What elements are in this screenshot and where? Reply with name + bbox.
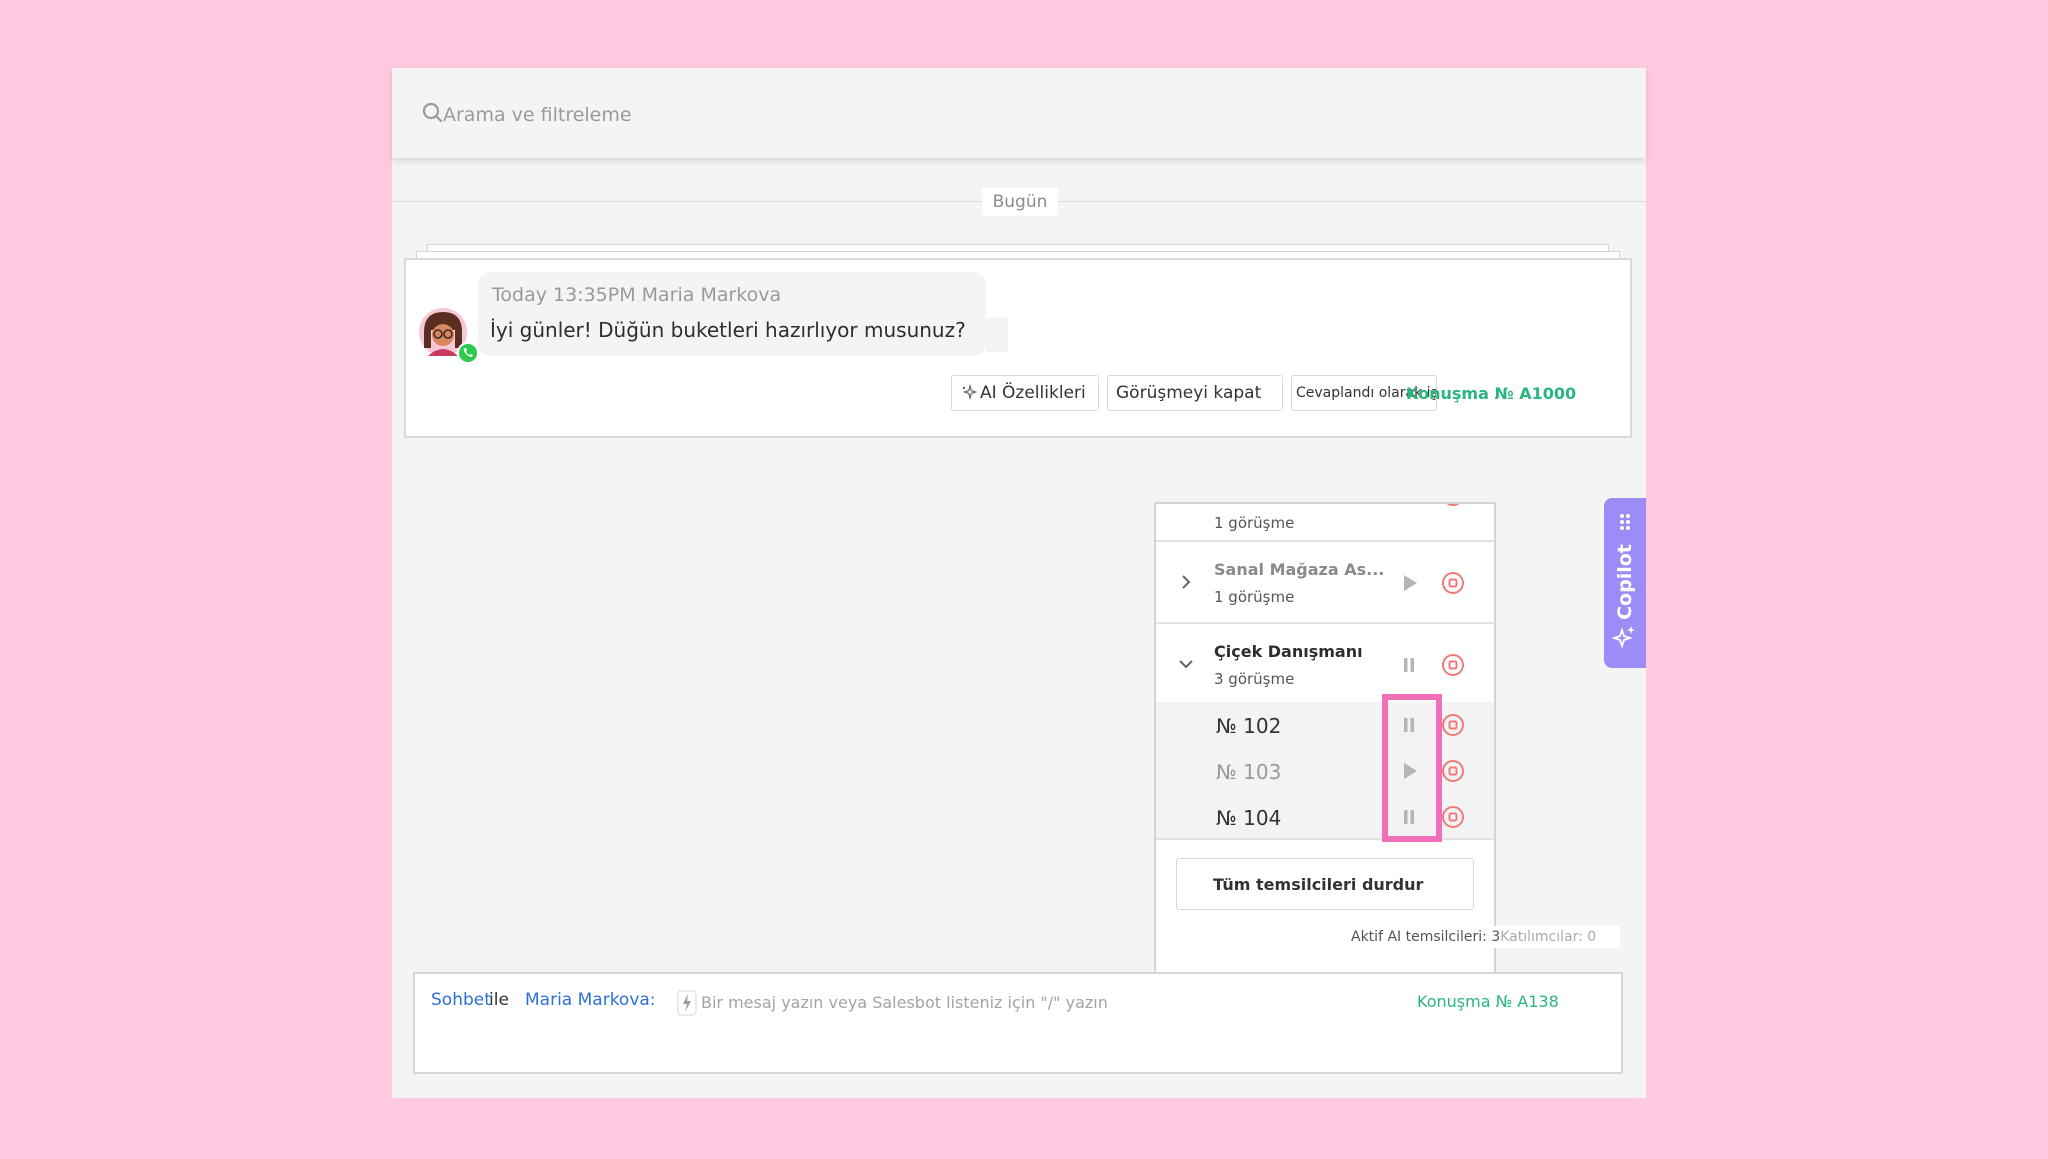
- agent-group-name: Çiçek Danışmanı: [1214, 642, 1363, 661]
- stop-all-agents-label: Tüm temsilcileri durdur: [1213, 874, 1424, 894]
- conversation-id-link[interactable]: Konuşma № A1000: [1406, 384, 1576, 403]
- sparkle-icon: [1612, 626, 1635, 649]
- agent-group-name: Sanal Mağaza As...: [1214, 560, 1385, 579]
- stop-all-agents-button[interactable]: Tüm temsilcileri durdur: [1176, 858, 1474, 910]
- search-bar: [392, 68, 1646, 158]
- participants-count: Katılımcılar: 0: [1500, 929, 1597, 945]
- highlight-overlay: [1382, 694, 1442, 842]
- stop-icon[interactable]: [1440, 758, 1466, 784]
- ai-agents-panel: 1 görüşme Sanal Mağaza As... 1 görüşme Ç…: [1154, 502, 1496, 992]
- bolt-icon[interactable]: [677, 990, 697, 1016]
- pause-icon[interactable]: [1396, 502, 1422, 508]
- agent-group-row[interactable]: Çiçek Danışmanı 3 görüşme: [1156, 624, 1494, 704]
- agent-conversation-list: № 102 № 103 № 104: [1156, 702, 1494, 840]
- stop-icon[interactable]: [1440, 712, 1466, 738]
- date-separator-label: Bugün: [982, 188, 1058, 216]
- stop-icon[interactable]: [1440, 804, 1466, 830]
- recipient-link[interactable]: Maria Markova:: [525, 990, 656, 1010]
- agent-conversation-label[interactable]: № 103: [1216, 760, 1281, 784]
- message-bubble-tail: [986, 318, 1008, 352]
- agent-group-row[interactable]: Sanal Mağaza As... 1 görüşme: [1156, 542, 1494, 624]
- agent-group-count: 1 görüşme: [1214, 588, 1295, 606]
- sparkle-icon: [962, 384, 977, 401]
- ai-features-label: AI Özellikleri: [980, 383, 1086, 403]
- agents-status-bar: Aktif AI temsilcileri: 3Katılımcılar: 0: [1350, 926, 1620, 948]
- play-icon[interactable]: [1396, 570, 1422, 596]
- message-text: İyi günler! Düğün buketleri hazırlıyor m…: [490, 318, 966, 342]
- message-input[interactable]: [701, 988, 1161, 1016]
- chevron-down-icon[interactable]: [1176, 654, 1196, 674]
- whatsapp-icon: [457, 342, 479, 364]
- agent-group-count: 3 görüşme: [1214, 670, 1295, 688]
- stop-icon[interactable]: [1440, 570, 1466, 596]
- message-composer: Sohbet ile Maria Markova: Konuşma № A138: [413, 972, 1623, 1074]
- message-meta: Today 13:35PM Maria Markova: [492, 284, 782, 306]
- agent-conversation-label[interactable]: № 102: [1216, 714, 1281, 738]
- search-input[interactable]: [443, 98, 683, 132]
- drag-handle-icon[interactable]: [1617, 512, 1633, 532]
- agent-group-count: 1 görüşme: [1214, 514, 1295, 532]
- copilot-tab[interactable]: Copilot: [1604, 498, 1646, 668]
- message-card: Today 13:35PM Maria Markova İyi günler! …: [404, 258, 1632, 438]
- stop-icon[interactable]: [1440, 652, 1466, 678]
- agent-conversation-label[interactable]: № 104: [1216, 806, 1281, 830]
- search-icon: [422, 102, 443, 123]
- pause-icon[interactable]: [1396, 652, 1422, 678]
- chat-type-link[interactable]: Sohbet: [431, 990, 491, 1010]
- composer-with-label: ile: [489, 990, 509, 1010]
- stop-icon[interactable]: [1440, 502, 1466, 508]
- ai-features-button[interactable]: AI Özellikleri: [951, 375, 1099, 411]
- close-conversation-button[interactable]: Görüşmeyi kapat: [1107, 375, 1283, 411]
- conversation-id-link[interactable]: Konuşma № A138: [1417, 992, 1559, 1011]
- active-agents-count: Aktif AI temsilcileri: 3: [1351, 929, 1501, 945]
- agent-group-row[interactable]: 1 görüşme: [1156, 502, 1494, 542]
- close-conversation-label: Görüşmeyi kapat: [1116, 383, 1262, 403]
- message-bubble: Today 13:35PM Maria Markova İyi günler! …: [478, 272, 986, 356]
- copilot-label: Copilot: [1614, 544, 1636, 620]
- chevron-right-icon[interactable]: [1176, 572, 1196, 592]
